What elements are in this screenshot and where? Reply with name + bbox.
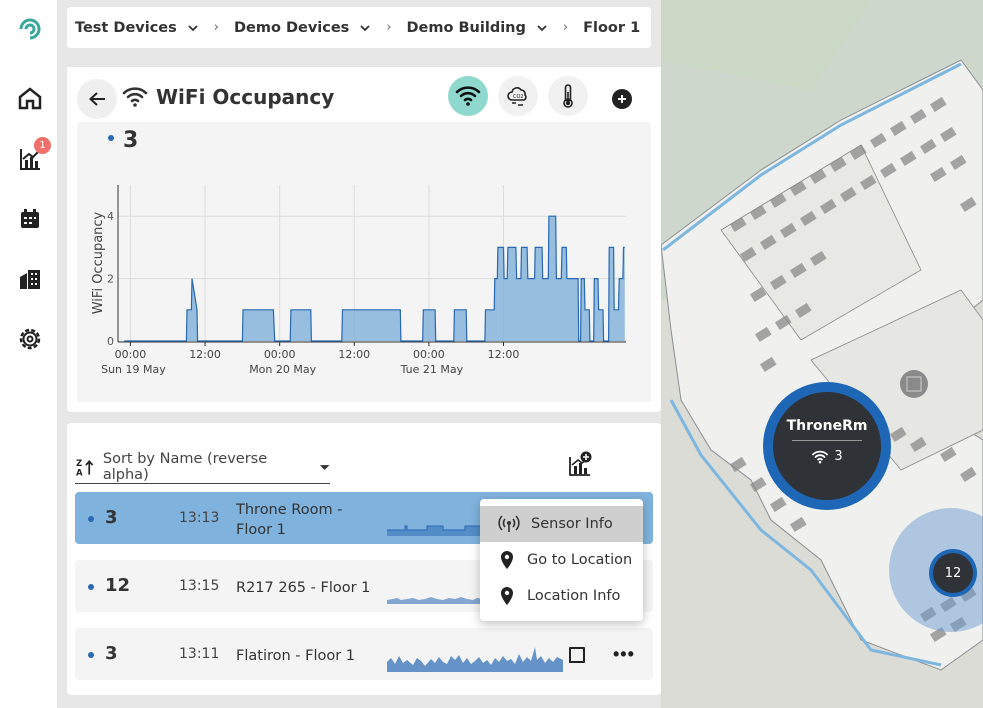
- series-dot: [88, 584, 94, 590]
- x-tick-label: 12:00: [189, 348, 221, 361]
- panel-top-border: [67, 65, 661, 67]
- home-icon[interactable]: [15, 83, 45, 113]
- series-dot: [88, 652, 94, 658]
- back-button[interactable]: [77, 79, 117, 119]
- table-row[interactable]: 3 13:11 Flatiron - Floor 1 •••: [75, 628, 653, 680]
- wifi-icon: [122, 86, 148, 113]
- sidebar: 1: [0, 0, 57, 708]
- sort-dropdown[interactable]: ZA Sort by Name (reverse alpha): [75, 451, 330, 484]
- page-title: WiFi Occupancy: [156, 85, 335, 109]
- y-axis-label: WiFi Occupancy: [91, 211, 106, 314]
- breadcrumb-separator: ›: [562, 20, 569, 35]
- x-tick-label: 00:00: [413, 348, 445, 361]
- row-value: 3: [105, 507, 118, 528]
- breadcrumb-floor[interactable]: Floor 1: [583, 20, 640, 36]
- chart-add-icon: [569, 451, 592, 476]
- floor-plan-drawing: [661, 0, 983, 708]
- crumb-label: Demo Devices: [233, 19, 350, 36]
- x-tick-label: 12:00: [488, 348, 520, 361]
- wifi-metric-button[interactable]: [448, 76, 488, 116]
- location-marker[interactable]: 12: [929, 549, 977, 597]
- sort-label: Sort by Name (reverse alpha): [102, 451, 268, 483]
- chevron-down-icon[interactable]: [187, 24, 199, 32]
- row-time: 13:11: [179, 646, 220, 662]
- x-tick-date: Sun 19 May: [101, 363, 166, 376]
- breadcrumb: Test Devices › Demo Devices › Demo Build…: [67, 7, 651, 48]
- add-chart-button[interactable]: [568, 451, 594, 482]
- menu-item-label: Sensor Info: [531, 516, 613, 532]
- chevron-down-icon[interactable]: [359, 24, 371, 32]
- row-time: 13:13: [179, 510, 220, 526]
- y-tick-label: 4: [107, 210, 114, 223]
- svg-text:CO2: CO2: [513, 94, 524, 100]
- chevron-down-icon[interactable]: [536, 24, 548, 32]
- context-menu: Sensor Info Go to Location Location Info: [480, 499, 643, 621]
- menu-item-label: Go to Location: [527, 552, 633, 568]
- breadcrumb-demo-building[interactable]: Demo Building: [407, 20, 548, 36]
- x-tick-date: Mon 20 May: [249, 363, 316, 376]
- cluster-value-row: 3: [773, 449, 881, 464]
- sort-az-icon: ZA: [76, 459, 94, 477]
- location-pin-icon: [501, 551, 513, 569]
- buildings-icon[interactable]: [15, 264, 45, 294]
- caret-down-icon: [319, 465, 330, 470]
- breadcrumb-demo-devices[interactable]: Demo Devices: [234, 20, 371, 36]
- cluster-name: ThroneRm: [786, 418, 868, 434]
- marker-value: 12: [933, 553, 973, 593]
- more-options-icon[interactable]: •••: [613, 644, 635, 665]
- breadcrumb-separator: ›: [386, 20, 392, 35]
- thermometer-icon: [563, 84, 573, 108]
- cloud-co2-icon: CO2: [507, 87, 527, 106]
- reports-icon[interactable]: 1: [15, 137, 51, 174]
- plus-icon: [618, 95, 626, 103]
- y-tick-label: 2: [107, 273, 114, 286]
- menu-item-label: Location Info: [527, 588, 621, 604]
- crumb-label: Demo Building: [406, 19, 526, 36]
- menu-item-location-info[interactable]: Location Info: [480, 578, 643, 614]
- air-quality-button[interactable]: CO2: [498, 76, 538, 116]
- row-time: 13:15: [179, 578, 220, 594]
- notification-badge: 1: [34, 137, 51, 154]
- row-checkbox[interactable]: [569, 647, 585, 663]
- row-name: Throne Room - Floor 1: [236, 502, 343, 538]
- wifi-icon: [812, 450, 829, 463]
- sparkline: [387, 647, 563, 672]
- crumb-label: Floor 1: [583, 19, 641, 36]
- arrow-left-icon: [89, 92, 105, 106]
- row-name: R217 265 - Floor 1: [236, 580, 371, 596]
- svg-text:A: A: [76, 469, 83, 477]
- wifi-icon: [455, 86, 481, 106]
- temperature-button[interactable]: [548, 76, 588, 116]
- row-name: Flatiron - Floor 1: [236, 648, 356, 664]
- location-pin-icon: [501, 587, 513, 605]
- app-logo-icon[interactable]: [15, 14, 45, 44]
- breadcrumb-separator: ›: [213, 20, 219, 35]
- location-cluster-marker[interactable]: ThroneRm 3: [763, 382, 891, 510]
- calendar-icon[interactable]: [15, 204, 45, 234]
- x-tick-date: Tue 21 May: [400, 363, 464, 376]
- x-tick-label: 00:00: [264, 348, 296, 361]
- floor-map[interactable]: [661, 0, 983, 708]
- cluster-content: ThroneRm 3: [773, 392, 881, 500]
- menu-item-sensor-info[interactable]: Sensor Info: [480, 506, 643, 542]
- sensor-icon: [498, 515, 520, 532]
- occupancy-chart[interactable]: 0 2 4 00:00 Sun 19 May 12:00 00:00 Mon 20 May 12…: [67, 122, 661, 402]
- row-value: 12: [105, 575, 131, 596]
- menu-item-go-to-location[interactable]: Go to Location: [480, 542, 643, 578]
- settings-icon[interactable]: [15, 324, 45, 354]
- cluster-value: 3: [834, 449, 843, 464]
- y-tick-label: 0: [107, 335, 114, 348]
- x-tick-label: 00:00: [115, 348, 147, 361]
- svg-text:Z: Z: [76, 459, 82, 469]
- series-dot: [88, 516, 94, 522]
- crumb-label: Test Devices: [75, 19, 177, 36]
- row-value: 3: [105, 643, 118, 664]
- breadcrumb-test-devices[interactable]: Test Devices: [75, 20, 199, 36]
- x-tick-label: 12:00: [338, 348, 370, 361]
- cluster-divider: [792, 440, 862, 441]
- add-metric-button[interactable]: [612, 89, 632, 109]
